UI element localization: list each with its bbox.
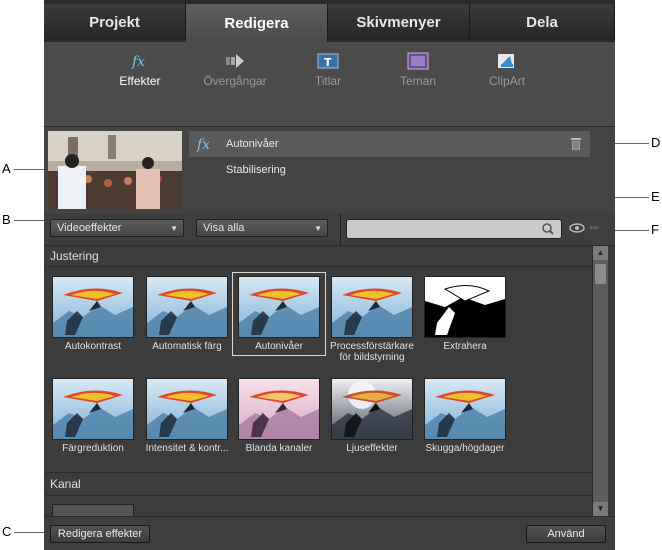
main-tab-bar: Projekt Redigera Skivmenyer Dela bbox=[44, 0, 615, 42]
svg-text:T: T bbox=[324, 56, 332, 69]
eye-icon[interactable] bbox=[568, 221, 586, 240]
effect-thumbnail bbox=[146, 276, 228, 338]
effect-label: Ljuseffekter bbox=[346, 443, 398, 454]
effect-item[interactable]: Autonivåer bbox=[232, 272, 326, 356]
effect-label: Autonivåer bbox=[255, 341, 303, 352]
effect-thumbnail bbox=[331, 378, 413, 440]
callout-f: F bbox=[651, 222, 659, 237]
effect-item[interactable]: Extrahera bbox=[422, 276, 508, 352]
effect-item[interactable]: Processförstärkare för bildstyrning bbox=[329, 276, 415, 363]
effect-label: Autokontrast bbox=[64, 341, 122, 352]
tool-titlar[interactable]: T Titlar bbox=[288, 52, 368, 88]
tab-dela[interactable]: Dela bbox=[470, 4, 615, 40]
scroll-up-icon[interactable]: ▲ bbox=[593, 246, 608, 260]
tool-effekter[interactable]: fx Effekter bbox=[100, 52, 180, 88]
kanal-thumbnail[interactable] bbox=[52, 504, 134, 516]
effect-thumbnail bbox=[52, 378, 134, 440]
effect-label: Blanda kanaler bbox=[245, 443, 313, 454]
tool-label: ClipArt bbox=[488, 74, 525, 88]
view-dropdown[interactable]: Visa alla ▼ bbox=[196, 219, 328, 237]
view-value: Visa alla bbox=[203, 222, 245, 234]
search-input[interactable] bbox=[346, 219, 562, 239]
svg-text:fx: fx bbox=[131, 54, 145, 70]
tab-skivmenyer[interactable]: Skivmenyer bbox=[328, 4, 470, 40]
tool-label: Teman bbox=[399, 74, 437, 88]
effect-label: Färgreduktion bbox=[62, 443, 124, 454]
theme-icon bbox=[407, 52, 429, 70]
applied-effect-stabilisering[interactable]: Stabilisering bbox=[189, 157, 590, 183]
grid-scrollbar[interactable]: ▲ ▼ bbox=[592, 246, 608, 516]
effect-label: Skugga/högdager bbox=[425, 443, 505, 454]
effect-label: Automatisk färg bbox=[152, 341, 222, 352]
effect-item[interactable]: Blanda kanaler bbox=[236, 378, 322, 454]
category-dropdown[interactable]: Videoeffekter ▼ bbox=[50, 219, 184, 237]
callout-c: C bbox=[2, 524, 12, 539]
trash-icon[interactable] bbox=[570, 137, 582, 154]
effect-label: Extrahera bbox=[443, 341, 487, 352]
applied-effect-label: Autonivåer bbox=[226, 138, 279, 150]
category-value: Videoeffekter bbox=[57, 222, 122, 234]
chevron-down-icon: ▼ bbox=[170, 224, 178, 233]
fx-icon: fx bbox=[195, 135, 217, 156]
tab-redigera[interactable]: Redigera bbox=[186, 4, 328, 42]
effects-panel: Projekt Redigera Skivmenyer Dela fx Effe… bbox=[44, 0, 615, 550]
apply-button[interactable]: Använd bbox=[526, 525, 606, 543]
section-heading: Justering bbox=[50, 249, 99, 263]
effect-thumbnail bbox=[146, 378, 228, 440]
applied-effect-autonivaer[interactable]: fx Autonivåer bbox=[189, 131, 590, 157]
tool-label: Titlar bbox=[314, 74, 342, 88]
edit-effects-button[interactable]: Redigera effekter bbox=[50, 525, 150, 543]
tab-projekt[interactable]: Projekt bbox=[44, 4, 186, 40]
applied-effect-label: Stabilisering bbox=[226, 164, 286, 176]
effect-item[interactable]: Intensitet & kontr... bbox=[144, 378, 230, 454]
fx-icon: fx bbox=[129, 52, 151, 70]
clipart-icon bbox=[496, 52, 518, 70]
effect-thumbnail bbox=[424, 276, 506, 338]
tool-teman[interactable]: Teman bbox=[378, 52, 458, 88]
effects-grid: Justering Kanal Autokontrast Automatisk f… bbox=[46, 246, 592, 516]
tool-clipart[interactable]: ClipArt bbox=[467, 52, 547, 88]
effect-item[interactable]: Färgreduktion bbox=[50, 378, 136, 454]
clip-preview-thumbnail bbox=[48, 131, 182, 209]
effect-item[interactable]: Autokontrast bbox=[50, 276, 136, 352]
effect-item[interactable]: Skugga/högdager bbox=[422, 378, 508, 454]
effect-label: Intensitet & kontr... bbox=[145, 443, 229, 454]
effect-thumbnail bbox=[424, 378, 506, 440]
tool-label: Övergångar bbox=[203, 74, 267, 88]
effect-thumbnail bbox=[331, 276, 413, 338]
effect-item[interactable]: Automatisk färg bbox=[144, 276, 230, 352]
tool-overgangar[interactable]: Övergångar bbox=[195, 52, 275, 88]
scroll-thumb[interactable] bbox=[595, 264, 606, 284]
callout-e: E bbox=[651, 189, 660, 204]
svg-text:fx: fx bbox=[196, 137, 210, 153]
transition-arrow-icon bbox=[224, 52, 246, 70]
callout-d: D bbox=[651, 135, 661, 150]
effect-thumbnail bbox=[52, 276, 134, 338]
search-icon[interactable] bbox=[541, 222, 555, 241]
bottom-bar: Redigera effekter Använd bbox=[44, 516, 615, 550]
chevron-down-icon: ▼ bbox=[314, 224, 322, 233]
filter-bar: Videoeffekter ▼ Visa alla ▼ ▸▸ bbox=[44, 213, 615, 246]
tool-label: Effekter bbox=[119, 74, 161, 88]
properties-area: fx Autonivåer Stabilisering bbox=[44, 126, 615, 214]
applied-effects-list: fx Autonivåer Stabilisering bbox=[189, 129, 590, 211]
scroll-down-icon[interactable]: ▼ bbox=[593, 502, 608, 516]
callout-b: B bbox=[2, 212, 11, 227]
callout-a: A bbox=[2, 161, 11, 176]
section-heading: Kanal bbox=[50, 477, 81, 491]
effect-thumbnail bbox=[238, 378, 320, 440]
effect-item[interactable]: Ljuseffekter bbox=[329, 378, 415, 454]
tool-row: fx Effekter Övergångar T Titlar Teman Cl… bbox=[44, 42, 615, 126]
title-icon: T bbox=[317, 52, 339, 70]
effect-thumbnail bbox=[238, 276, 320, 338]
effect-label: Processförstärkare för bildstyrning bbox=[330, 341, 414, 363]
expand-icon[interactable]: ▸▸ bbox=[590, 222, 599, 233]
